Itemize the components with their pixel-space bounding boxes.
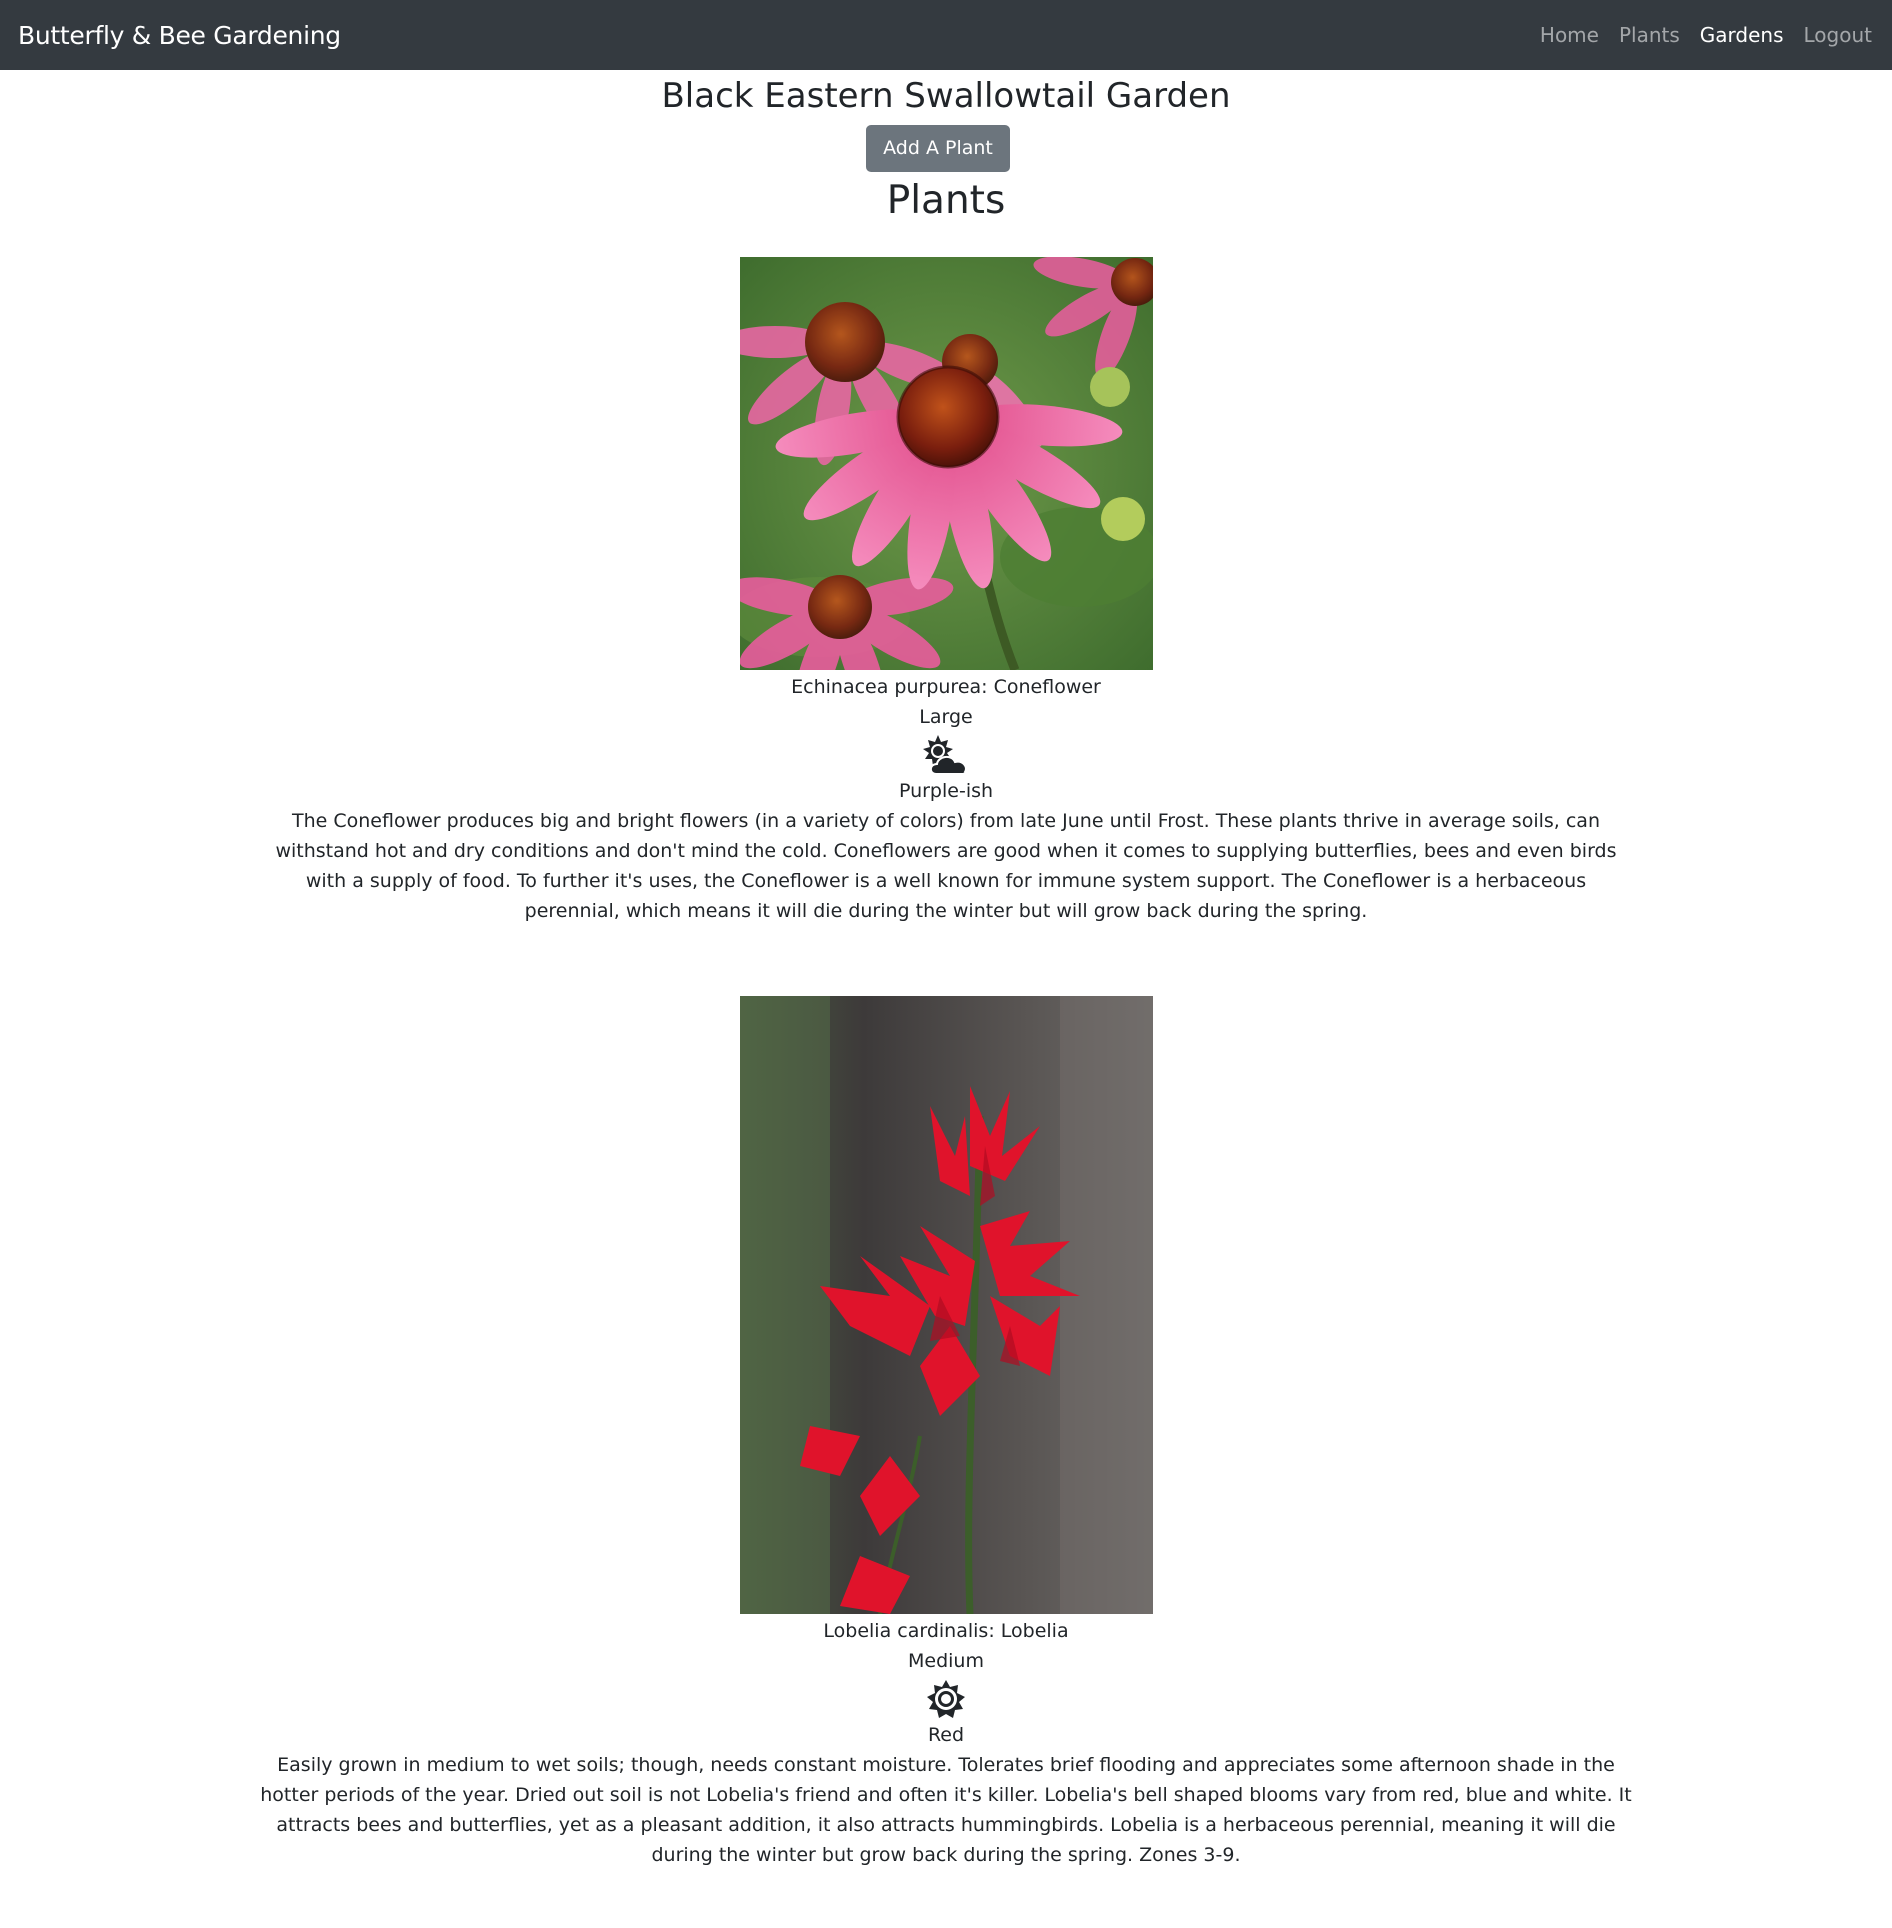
plant-color: Red bbox=[927, 1724, 965, 1746]
plant-color: Purple-ish bbox=[898, 780, 994, 802]
plant-size: Large bbox=[919, 706, 973, 728]
partial-sun-cloud-icon bbox=[923, 735, 969, 775]
plant-name: Lobelia cardinalis: Lobelia bbox=[823, 1620, 1069, 1642]
nav-plants-link[interactable]: Plants bbox=[1619, 23, 1680, 47]
nav-home-link[interactable]: Home bbox=[1540, 23, 1599, 47]
plant-description: The Coneflower produces big and bright f… bbox=[275, 810, 1617, 922]
plant-image-lobelia bbox=[739, 996, 1153, 1614]
plant-size: Medium bbox=[908, 1650, 984, 1672]
main-content: Black Eastern Swallowtail Garden Add A P… bbox=[0, 70, 1892, 1870]
plant-card: Lobelia cardinalis: Lobelia Medium Red E… bbox=[0, 996, 1892, 1870]
brand-link[interactable]: Butterfly & Bee Gardening bbox=[18, 21, 341, 50]
full-sun-icon bbox=[927, 1680, 965, 1718]
plants-heading: Plants bbox=[886, 178, 1006, 223]
nav-logout-link[interactable]: Logout bbox=[1804, 23, 1872, 47]
plant-description: Easily grown in medium to wet soils; tho… bbox=[260, 1754, 1632, 1866]
plant-image-coneflower bbox=[739, 257, 1153, 670]
navbar: Butterfly & Bee Gardening Home Plants Ga… bbox=[0, 0, 1892, 70]
plant-card: Echinacea purpurea: Coneflower Large Pur… bbox=[0, 257, 1892, 926]
add-plant-button[interactable]: Add A Plant bbox=[866, 125, 1010, 172]
nav-gardens-link[interactable]: Gardens bbox=[1700, 23, 1784, 47]
garden-title: Black Eastern Swallowtail Garden bbox=[661, 76, 1231, 116]
plant-name: Echinacea purpurea: Coneflower bbox=[791, 676, 1101, 698]
nav-links: Home Plants Gardens Logout bbox=[1540, 23, 1872, 47]
